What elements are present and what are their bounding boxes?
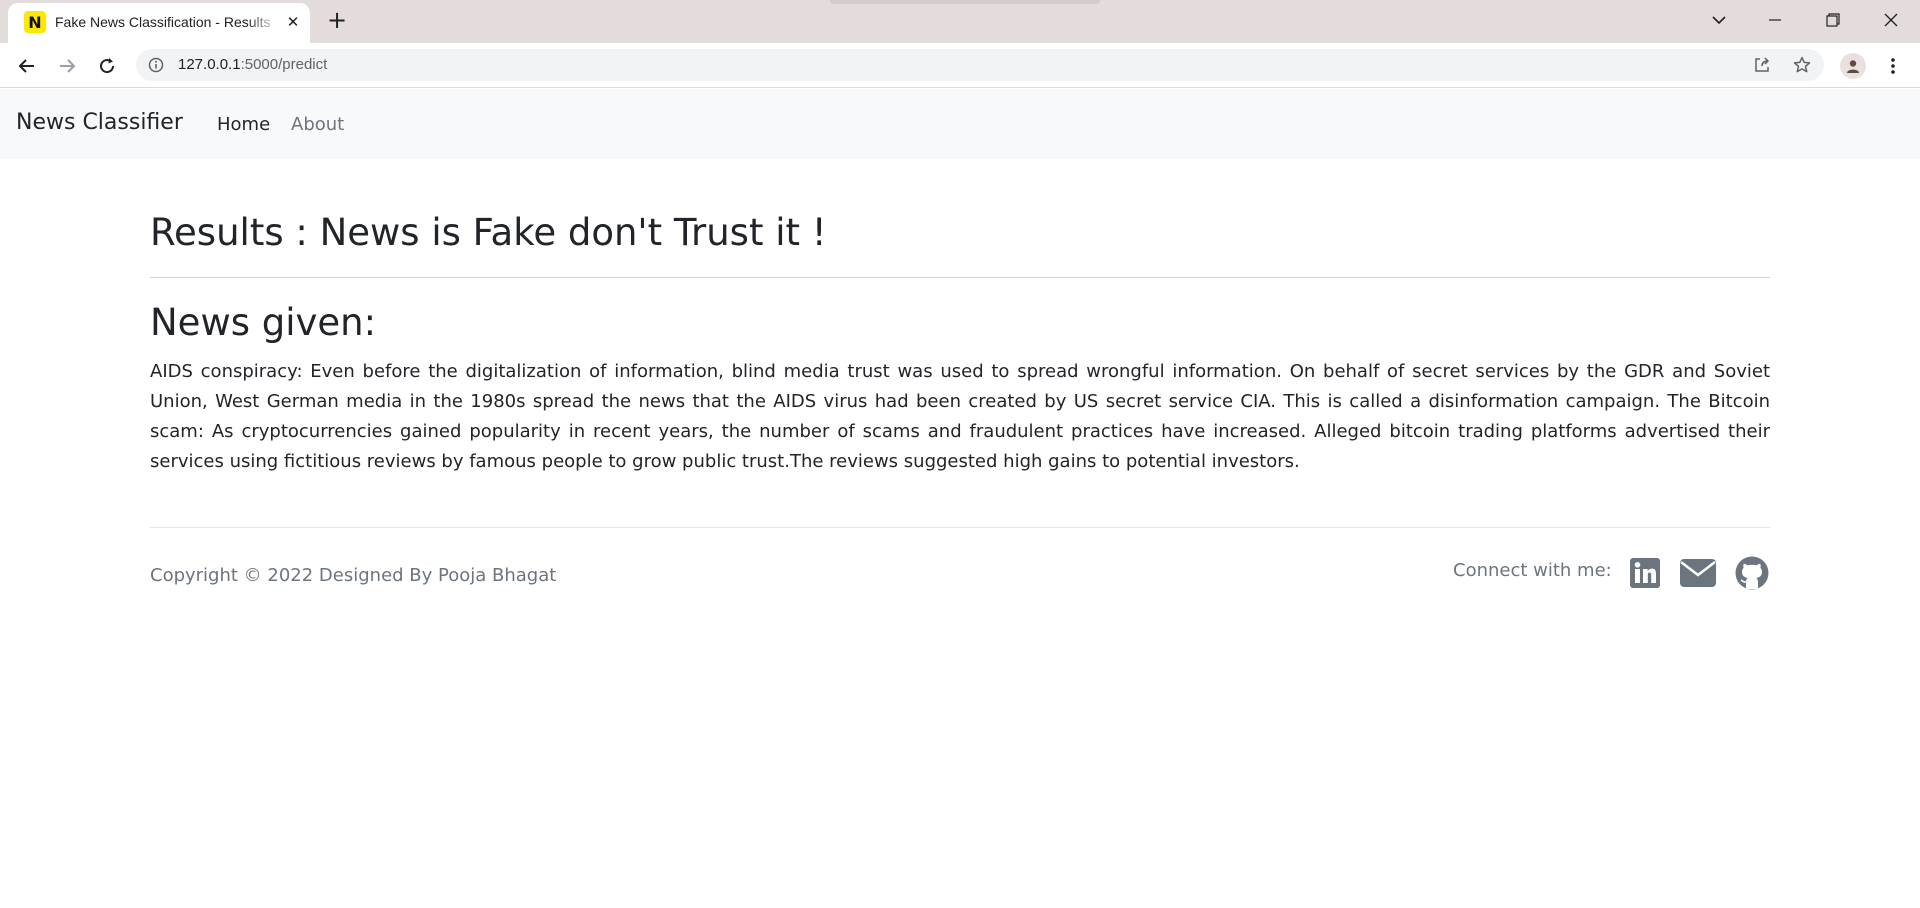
url-host: 127.0.0.1 [178,56,241,73]
nav-link-about[interactable]: About [291,114,344,136]
tab-search-chevron-icon[interactable] [1696,4,1742,36]
news-heading: News given: [150,301,377,344]
browser-menu-icon[interactable] [1882,53,1904,79]
forward-arrow-icon[interactable] [52,51,82,81]
footer-divider [150,527,1770,528]
tab-title: Fake News Classification - Results [55,14,271,30]
minimize-window-icon[interactable] [1752,4,1798,36]
url-path: :5000/predict [240,56,328,73]
footer-copyright: Copyright © 2022 Designed By Pooja Bhaga… [150,565,557,586]
reload-icon[interactable] [92,51,122,81]
favicon-icon: N [24,11,46,33]
close-window-icon[interactable] [1868,4,1914,36]
news-text: AIDS conspiracy: Even before the digital… [150,361,1770,472]
restore-window-icon[interactable] [1810,4,1856,36]
close-tab-icon[interactable]: ✕ [284,13,302,31]
linkedin-icon[interactable] [1628,555,1662,591]
result-title: Results : News is Fake don't Trust it ! [150,211,827,254]
browser-tab-active[interactable]: N Fake News Classification - Results ✕ [8,3,310,43]
back-arrow-icon[interactable] [12,51,42,81]
nav-link-home[interactable]: Home [217,114,270,136]
connect-label: Connect with me: [1453,560,1612,581]
url-text: 127.0.0.1:5000/predict [178,56,327,74]
site-navbar: News Classifier Home About [0,89,1920,159]
address-bar[interactable]: 127.0.0.1:5000/predict [136,49,1824,81]
navbar-brand[interactable]: News Classifier [16,110,183,138]
tab-search-handle [830,0,1100,4]
email-icon[interactable] [1678,555,1718,591]
divider [150,277,1770,278]
site-info-icon[interactable] [148,57,164,73]
browser-toolbar: 127.0.0.1:5000/predict [0,43,1920,88]
github-icon[interactable] [1734,555,1770,591]
browser-tabstrip: N Fake News Classification - Results ✕ + [0,0,1920,43]
profile-avatar-icon[interactable] [1840,53,1866,79]
new-tab-button[interactable]: + [325,8,349,32]
share-icon[interactable] [1752,55,1772,75]
bookmark-star-icon[interactable] [1792,55,1812,75]
